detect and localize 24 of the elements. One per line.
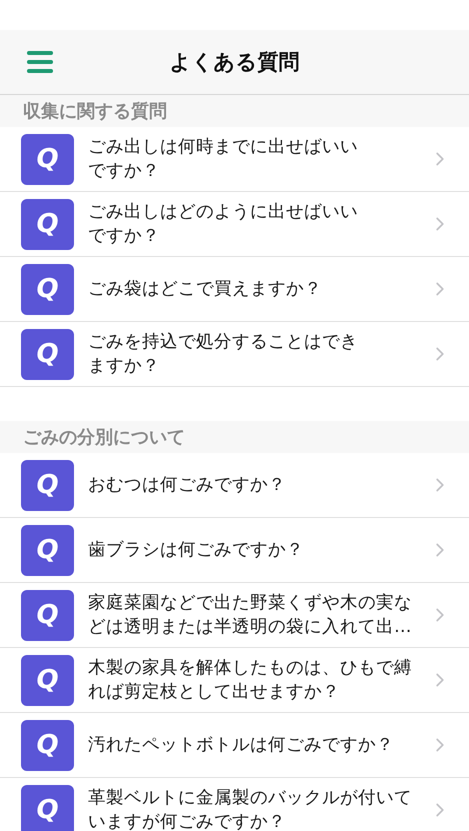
q-badge: Q [21,720,74,770]
question-text: 歯ブラシは何ごみですか？ [88,539,305,562]
q-badge: Q [21,460,74,510]
q-badge: Q [21,524,74,576]
question-text: 汚れたペットボトルは何ごみですか？ [88,734,395,757]
page-title: よくある質問 [170,49,300,76]
question-text: ごみ出しはどのように出せばいい ですか？ [88,201,359,248]
q-badge: Q [21,590,74,640]
section-title: 収集に関する質問 [23,100,167,123]
question-text: ごみ出しは何時までに出せばいい ですか？ [88,136,359,183]
q-badge: Q [21,264,74,314]
q-badge: Q [21,328,74,380]
question-text: 革製ベルトに金属製のバックルが付いて いますが何ごみですか？ [88,787,413,831]
menu-icon[interactable] [27,51,53,73]
question-text: 木製の家具を解体したものは、ひもで縛 れば剪定枝として出せますか？ [88,657,413,704]
question-text: ごみ袋はどこで買えますか？ [88,278,323,301]
q-badge: Q [21,784,74,831]
q-badge: Q [21,134,74,184]
question-text: ごみを持込で処分することはでき ますか？ [88,331,359,378]
q-badge: Q [21,654,74,706]
section-title: ごみの分別について [23,426,185,449]
question-text: おむつは何ごみですか？ [88,474,287,497]
q-badge: Q [21,198,74,250]
question-text: 家庭菜園などで出た野菜くずや木の実な どは透明または半透明の袋に入れて出… [88,592,413,639]
